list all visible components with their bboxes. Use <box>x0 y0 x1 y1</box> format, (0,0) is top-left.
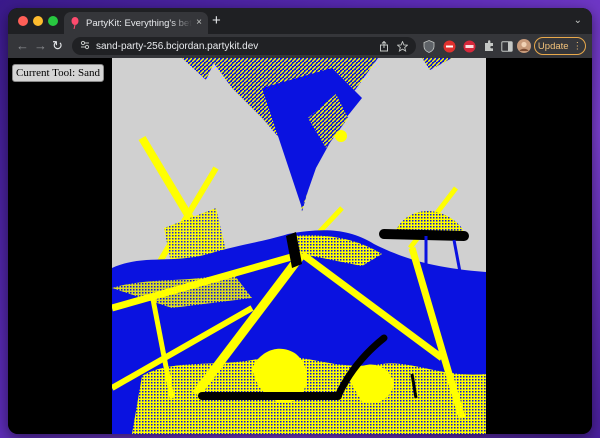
tab-search-chevron-icon[interactable]: ⌄ <box>574 15 582 26</box>
tab-partykit[interactable]: PartyKit: Everything's better with frien… <box>64 12 208 34</box>
forward-button[interactable]: → <box>34 38 47 54</box>
bookmark-star-icon[interactable] <box>397 40 408 52</box>
browser-window: PartyKit: Everything's better with frien… <box>8 8 592 434</box>
update-label: Update <box>537 40 569 52</box>
back-button[interactable]: ← <box>16 38 29 54</box>
close-icon[interactable]: × <box>196 18 202 28</box>
site-info-icon[interactable] <box>80 37 90 55</box>
reload-button[interactable]: ↻ <box>52 38 63 54</box>
tab-bar: PartyKit: Everything's better with frien… <box>8 8 592 34</box>
red-extension-icon[interactable] <box>442 39 456 53</box>
current-tool-label[interactable]: Current Tool: Sand <box>12 64 104 82</box>
profile-avatar[interactable] <box>517 39 531 53</box>
tab-title: PartyKit: Everything's better with frien… <box>86 17 192 29</box>
balloon-icon <box>70 17 80 29</box>
new-tab-button[interactable]: + <box>212 13 221 28</box>
url-text: sand-party-256.bcjordan.partykit.dev <box>96 40 259 52</box>
address-bar[interactable]: sand-party-256.bcjordan.partykit.dev <box>72 37 416 55</box>
browser-toolbar: ← → ↻ sand-party-256.bcjordan.partykit.d… <box>8 34 592 58</box>
share-icon[interactable] <box>379 40 389 52</box>
minimize-window-button[interactable] <box>33 16 43 26</box>
side-panel-icon[interactable] <box>500 39 514 53</box>
update-button[interactable]: Update ⋮ <box>534 37 586 55</box>
sand-simulation-canvas[interactable] <box>112 58 486 434</box>
kebab-menu-icon: ⋮ <box>572 40 583 52</box>
close-window-button[interactable] <box>18 16 28 26</box>
maximize-window-button[interactable] <box>48 16 58 26</box>
shield-extension-icon[interactable] <box>422 39 436 53</box>
page-viewport: Current Tool: Sand <box>8 58 592 434</box>
edp-extension-icon[interactable] <box>462 39 476 53</box>
puzzle-extensions-icon[interactable] <box>482 39 496 53</box>
